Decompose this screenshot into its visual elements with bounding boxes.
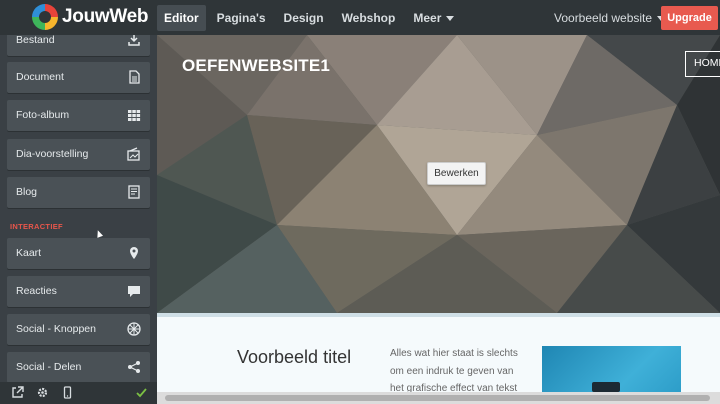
nav-editor[interactable]: Editor [157,5,206,31]
external-link-icon[interactable] [11,386,24,399]
nav-pages[interactable]: Pagina's [210,5,273,31]
sidebar-item-label: Social - Delen [16,361,82,373]
top-bar: JouwWeb Editor Pagina's Design Webshop M… [0,0,720,35]
scrollbar-thumb[interactable] [165,395,710,401]
nav-more-label: Meer [413,11,442,25]
mouse-cursor-icon [94,229,104,238]
content-heading[interactable]: Voorbeeld titel [237,347,351,368]
nav-webshop[interactable]: Webshop [335,5,403,31]
edit-header-button[interactable]: Bewerken [427,162,486,185]
sidebar-item-label: Dia-voorstelling [16,148,89,160]
content-paragraph[interactable]: Alles wat hier staat is slechts om een i… [390,345,520,398]
site-selector[interactable]: Voorbeeld website [554,11,666,25]
sidebar-item-bestand[interactable]: Bestand [7,35,150,56]
sidebar-item-blog[interactable]: Blog [7,177,150,208]
chevron-down-icon [446,16,455,22]
nav-more[interactable]: Meer [406,5,461,31]
sidebar-item-label: Kaart [16,247,42,259]
site-title[interactable]: OEFENWEBSITE1 [182,56,330,76]
comment-icon [128,286,140,297]
sidebar-item-foto-album[interactable]: Foto-album [7,100,150,131]
share-icon [128,361,140,373]
grid-icon [128,110,141,121]
home-menu-button[interactable]: HOME [685,51,720,77]
section-divider [157,313,720,317]
sidebar-item-social-knoppen[interactable]: Social - Knoppen [7,314,150,345]
document-icon [129,70,140,84]
download-icon [128,35,140,46]
blog-icon [128,185,140,199]
editor-app: JouwWeb Editor Pagina's Design Webshop M… [0,0,720,404]
check-icon [136,388,147,398]
main-nav: Editor Pagina's Design Webshop Meer [157,5,461,31]
brand-name[interactable]: JouwWeb [62,6,149,28]
sidebar-item-label: Social - Knoppen [16,323,96,335]
sidebar-item-label: Foto-album [16,109,70,121]
jouwweb-logo-icon[interactable] [32,4,58,30]
sidebar-item-label: Reacties [16,285,57,297]
horizontal-scrollbar[interactable] [157,392,720,404]
map-pin-icon [130,247,138,259]
website-preview: OEFENWEBSITE1 HOME Bewerken Voorbeeld ti… [157,35,720,404]
element-sidebar: Bestand Document Foto-album Dia-voorstel… [0,35,157,382]
social-buttons-icon [127,322,141,336]
site-selector-label: Voorbeeld website [554,11,653,25]
mobile-icon[interactable] [61,386,74,399]
gear-icon[interactable] [36,386,49,399]
sidebar-item-social-delen[interactable]: Social - Delen [7,352,150,382]
slideshow-icon [127,147,140,161]
sidebar-item-label: Blog [16,186,38,198]
header-image[interactable]: OEFENWEBSITE1 HOME Bewerken [157,35,720,313]
sidebar-item-label: Bestand [16,35,55,46]
sidebar-item-kaart[interactable]: Kaart [7,238,150,269]
nav-design[interactable]: Design [277,5,331,31]
sidebar-item-reacties[interactable]: Reacties [7,276,150,307]
sidebar-toolbar [0,382,157,404]
sidebar-item-dia-voorstelling[interactable]: Dia-voorstelling [7,139,150,170]
upgrade-button[interactable]: Upgrade [661,6,718,30]
sidebar-section-heading: INTERACTIEF [10,222,63,231]
sidebar-item-document[interactable]: Document [7,62,150,93]
sidebar-item-label: Document [16,71,64,83]
